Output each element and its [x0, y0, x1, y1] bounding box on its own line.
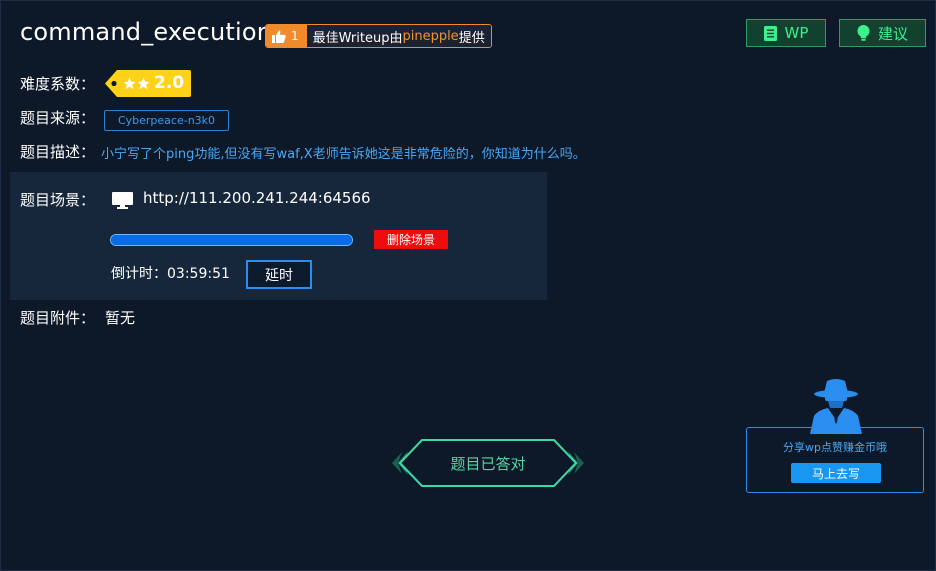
attachment-label: 题目附件： — [20, 309, 96, 327]
delay-button[interactable]: 延时 — [246, 260, 312, 289]
writeup-credit: 最佳Writeup由 pinepple 提供 — [306, 25, 491, 47]
lightbulb-icon — [857, 25, 870, 41]
thumbs-up-icon — [272, 30, 286, 43]
scene-progress-fill — [111, 235, 352, 245]
countdown: 倒计时：03:59:51 — [111, 263, 230, 283]
source-tag[interactable]: Cyberpeace-n3k0 — [104, 110, 229, 131]
solved-button-label: 题目已答对 — [450, 454, 526, 473]
difficulty-value: 2.0 — [154, 73, 185, 93]
countdown-value: 03:59:51 — [167, 266, 230, 282]
description-text: 小宁写了个ping功能,但没有写waf,X老师告诉她这是非常危险的，你知道为什么… — [101, 147, 586, 162]
countdown-label: 倒计时： — [111, 266, 167, 282]
source-label: 题目来源： — [20, 109, 96, 127]
delete-scene-button[interactable]: 删除场景 — [374, 230, 448, 249]
scene-url-link[interactable]: http://111.200.241.244:64566 — [143, 189, 371, 207]
description-label: 题目描述： — [20, 143, 96, 161]
star-icon — [137, 77, 150, 90]
writeup-author[interactable]: pinepple — [402, 29, 458, 44]
solved-button[interactable]: 题目已答对 — [388, 439, 588, 487]
share-text: 分享wp点赞赚金币哦 — [783, 441, 887, 454]
scene-progress-bar — [110, 234, 353, 246]
writeup-count-value: 1 — [291, 29, 299, 43]
writeup-credit-suffix: 提供 — [458, 30, 485, 46]
difficulty-label: 难度系数： — [20, 75, 96, 93]
attachment-value: 暂无 — [105, 309, 136, 327]
write-now-button[interactable]: 马上去写 — [791, 463, 881, 483]
writeup-badge[interactable]: 1 最佳Writeup由 pinepple 提供 — [265, 24, 492, 48]
page-title: command_execution — [20, 18, 273, 46]
advice-button[interactable]: 建议 — [839, 19, 926, 47]
share-card — [746, 427, 924, 493]
writeup-like-count: 1 — [266, 25, 307, 47]
document-icon — [763, 25, 777, 41]
writeup-credit-prefix: 最佳Writeup由 — [312, 30, 403, 46]
star-icon — [123, 77, 136, 90]
monitor-icon — [112, 192, 133, 209]
hacker-avatar-icon — [810, 379, 862, 434]
wp-button[interactable]: WP — [746, 19, 826, 47]
advice-button-label: 建议 — [877, 24, 908, 43]
scene-label: 题目场景： — [20, 191, 96, 209]
difficulty-badge: 2.0 — [105, 70, 191, 97]
wp-button-label: WP — [784, 24, 809, 42]
